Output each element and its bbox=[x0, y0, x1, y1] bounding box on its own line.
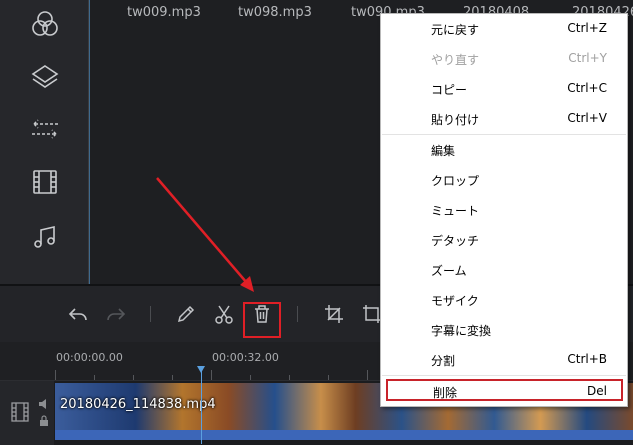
crop-icon[interactable] bbox=[320, 300, 348, 328]
menu-item-label: 編集 bbox=[431, 144, 456, 158]
menu-separator bbox=[382, 375, 626, 376]
menu-item-copy[interactable]: コピー Ctrl+C bbox=[381, 74, 627, 104]
lock-icon[interactable] bbox=[39, 415, 49, 426]
edit-icon[interactable] bbox=[172, 300, 200, 328]
menu-item-label: 元に戻す bbox=[431, 23, 480, 37]
menu-item-label: 削除 bbox=[433, 386, 458, 400]
menu-item-label: 字幕に変換 bbox=[431, 324, 492, 338]
menu-item-label: 貼り付け bbox=[431, 113, 480, 127]
menu-item-redo[interactable]: やり直す Ctrl+Y bbox=[381, 44, 627, 74]
context-menu: 元に戻す Ctrl+Z やり直す Ctrl+Y コピー Ctrl+C 貼り付け … bbox=[380, 13, 628, 407]
menu-item-shortcut: Ctrl+Y bbox=[568, 51, 607, 65]
menu-item-zoom[interactable]: ズーム bbox=[381, 255, 627, 285]
playhead[interactable] bbox=[201, 366, 202, 444]
music-icon[interactable] bbox=[28, 220, 62, 254]
filters-icon[interactable] bbox=[28, 7, 62, 41]
menu-item-label: ズーム bbox=[431, 264, 467, 278]
time-tick-label: 00:00:32.00 bbox=[212, 351, 279, 364]
menu-item-label: クロップ bbox=[431, 174, 480, 188]
menu-item-shortcut: Del bbox=[587, 384, 607, 398]
menu-item-split[interactable]: 分割 Ctrl+B bbox=[381, 345, 627, 375]
menu-item-detach[interactable]: デタッチ bbox=[381, 225, 627, 255]
menu-item-delete[interactable]: 削除 Del bbox=[386, 379, 623, 401]
trash-highlight-box bbox=[243, 302, 281, 338]
toolbar-separator bbox=[150, 306, 151, 322]
menu-item-label: モザイク bbox=[431, 294, 479, 308]
menu-item-label: ミュート bbox=[431, 204, 480, 218]
menu-item-label: コピー bbox=[431, 83, 468, 97]
menu-item-label: やり直す bbox=[431, 53, 480, 67]
menu-item-shortcut: Ctrl+B bbox=[567, 352, 607, 366]
menu-item-undo[interactable]: 元に戻す Ctrl+Z bbox=[381, 14, 627, 44]
toolbar-separator bbox=[297, 306, 298, 322]
menu-item-label: デタッチ bbox=[431, 234, 480, 248]
ruler-tick bbox=[55, 370, 56, 380]
menu-item-shortcut: Ctrl+Z bbox=[567, 21, 607, 35]
clip-audio-bar[interactable] bbox=[55, 430, 633, 440]
menu-item-shortcut: Ctrl+V bbox=[567, 111, 607, 125]
speaker-icon[interactable] bbox=[38, 399, 50, 409]
track-header bbox=[0, 381, 54, 445]
menu-item-subtitle[interactable]: 字幕に変換 bbox=[381, 315, 627, 345]
ruler-tick bbox=[367, 370, 368, 380]
time-tick-label: 00:00:00.00 bbox=[56, 351, 123, 364]
transitions-icon[interactable] bbox=[28, 112, 62, 146]
menu-item-label: 分割 bbox=[431, 354, 456, 368]
ruler-tick bbox=[211, 370, 212, 380]
menu-item-edit[interactable]: 編集 bbox=[381, 135, 627, 165]
menu-item-mosaic[interactable]: モザイク bbox=[381, 285, 627, 315]
media-file[interactable]: tw009.mp3 bbox=[127, 5, 201, 20]
sidebar bbox=[0, 0, 89, 284]
menu-item-crop[interactable]: クロップ bbox=[381, 165, 627, 195]
undo-icon[interactable] bbox=[64, 300, 92, 328]
overlays-icon[interactable] bbox=[28, 60, 62, 94]
menu-item-mute[interactable]: ミュート bbox=[381, 195, 627, 225]
media-file[interactable]: tw098.mp3 bbox=[238, 5, 312, 20]
film-strip-icon bbox=[11, 402, 29, 422]
menu-item-paste[interactable]: 貼り付け Ctrl+V bbox=[381, 104, 627, 134]
film-icon[interactable] bbox=[28, 165, 62, 199]
menu-item-shortcut: Ctrl+C bbox=[567, 81, 607, 95]
cut-icon[interactable] bbox=[210, 300, 238, 328]
redo-icon[interactable] bbox=[102, 300, 130, 328]
clip-name: 20180426_114838.mp4 bbox=[60, 397, 216, 412]
